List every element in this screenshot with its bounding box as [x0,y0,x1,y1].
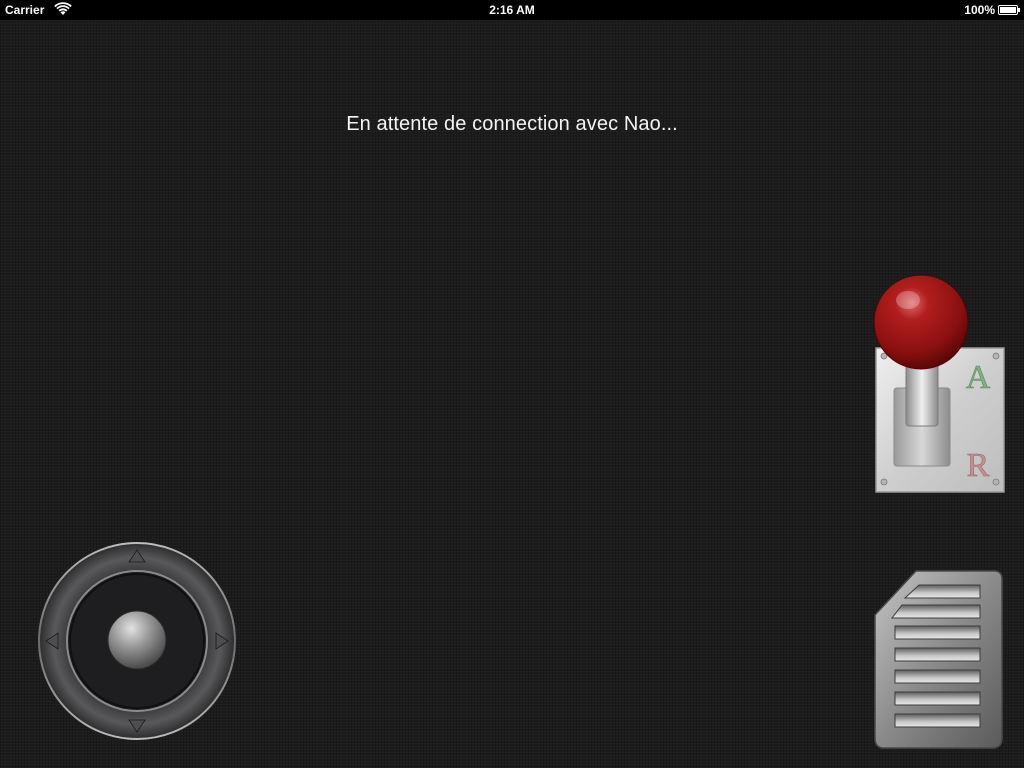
screw-icon [880,478,888,486]
forward-label: A [966,359,991,396]
gear-knob-icon[interactable] [873,274,969,370]
gear-shifter[interactable]: A R [872,272,1006,494]
status-bar: Carrier 2:16 AM 100% [0,0,1024,20]
connection-status-text: En attente de connection avec Nao... [346,113,678,135]
app-screen: Carrier 2:16 AM 100% En attente de conne… [0,0,1024,768]
screw-icon [992,352,1000,360]
pedal-icon[interactable] [872,568,1004,750]
battery-icon [998,5,1020,15]
battery-percent: 100% [964,3,995,17]
joystick-control[interactable] [37,541,237,741]
reverse-label: R [967,447,990,484]
screw-icon [992,478,1000,486]
joystick-knob-icon[interactable] [107,610,167,670]
status-time: 2:16 AM [489,3,535,17]
